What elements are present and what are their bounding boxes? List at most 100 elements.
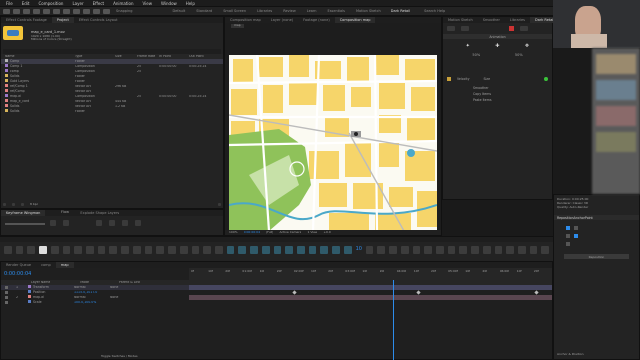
explode-icon[interactable] — [96, 220, 102, 226]
fx-tool-icon[interactable] — [400, 246, 409, 254]
timeline-column-header[interactable]: Layer Name — [31, 281, 50, 285]
selection-tool-icon[interactable] — [13, 8, 20, 14]
fx-tool-icon[interactable] — [482, 246, 491, 254]
bit-depth[interactable]: 8 bpc — [30, 203, 38, 207]
split-icon[interactable] — [122, 220, 128, 226]
fx-tool-icon[interactable] — [459, 246, 468, 254]
column-header[interactable]: Frame Rate — [137, 55, 159, 59]
fx-tool-icon[interactable] — [109, 246, 118, 254]
workspace-item[interactable]: Small Screen — [223, 9, 246, 13]
fx-tool-icon[interactable] — [494, 246, 503, 254]
fx-tool-icon[interactable] — [308, 246, 317, 254]
value-right[interactable]: 50% — [515, 53, 523, 57]
visibility-eye-icon[interactable] — [5, 301, 8, 304]
frame-count[interactable]: 10 — [356, 246, 362, 254]
fx-tool-icon[interactable] — [238, 246, 247, 254]
reposition-button[interactable]: Reposition — [589, 255, 605, 259]
fx-tool-icon[interactable] — [273, 246, 282, 254]
menu-item[interactable]: Edit — [22, 1, 30, 6]
map-canvas[interactable] — [229, 55, 437, 231]
fx-tool-icon[interactable] — [261, 246, 270, 254]
menu-item[interactable]: Help — [186, 1, 195, 6]
fx-tool-icon[interactable] — [214, 246, 223, 254]
visibility-eye-icon[interactable] — [5, 291, 8, 294]
fx-tool-icon[interactable] — [343, 246, 352, 254]
tab[interactable]: Smoother — [478, 17, 505, 23]
workspace-item[interactable]: Default — [172, 9, 185, 13]
fx-tool-icon[interactable] — [62, 246, 71, 254]
menu-item[interactable]: Animation — [113, 1, 133, 6]
home-icon[interactable] — [3, 8, 10, 14]
trash-icon[interactable] — [218, 203, 221, 206]
timeline-column-header[interactable]: Parent & Link — [119, 281, 140, 285]
visibility-eye-icon[interactable] — [5, 296, 8, 299]
left-tool-icon[interactable] — [447, 26, 455, 31]
velocity-label[interactable]: Velocity — [457, 77, 470, 81]
new-folder-icon[interactable] — [12, 203, 15, 206]
menu-item[interactable]: Effect — [93, 1, 105, 6]
workspace-item[interactable]: Libraries — [257, 9, 272, 13]
puppet-tool-icon[interactable] — [103, 8, 110, 14]
motion-sketch-icon[interactable]: ✚ — [495, 43, 499, 49]
fx-tool-icon[interactable] — [518, 246, 526, 254]
view-layout[interactable]: 1 View — [307, 231, 317, 235]
keyframe[interactable] — [416, 290, 421, 295]
fx-tool-icon[interactable] — [377, 246, 386, 254]
workspace-item[interactable]: Essentials — [327, 9, 345, 13]
fx-tool-icon[interactable] — [529, 246, 538, 254]
keyframe-wingman-tab[interactable]: Keyframe Wingman — [1, 210, 46, 216]
timeline-timecode[interactable]: 0:00:00:04 — [4, 271, 31, 277]
interpret-footage-icon[interactable] — [3, 203, 6, 206]
search-help[interactable]: Search Help — [424, 9, 445, 13]
menu-item[interactable]: Layer — [72, 1, 83, 6]
size-label[interactable]: Size — [484, 77, 491, 81]
fx-tool-icon[interactable] — [541, 246, 550, 254]
column-header[interactable]: Size — [115, 55, 137, 59]
fx-tool-icon[interactable] — [97, 246, 106, 254]
pen-tool-icon[interactable] — [73, 8, 80, 14]
fx-tool-icon[interactable] — [144, 246, 153, 254]
fx-tool-icon[interactable] — [15, 246, 24, 254]
keyframe[interactable] — [534, 290, 539, 295]
explode-tab[interactable]: Explode Shape Layers — [75, 210, 124, 216]
toggle-switches[interactable]: Toggle Switches / Modes — [101, 354, 138, 358]
menu-item[interactable]: File — [6, 1, 13, 6]
fx-tool-icon[interactable] — [389, 246, 397, 254]
fx-tool-icon[interactable] — [121, 246, 129, 254]
tab[interactable]: Libraries — [505, 17, 530, 23]
menu-item[interactable]: Window — [161, 1, 177, 6]
merge-icon[interactable] — [109, 220, 115, 226]
fx-tool-icon[interactable] — [203, 246, 211, 254]
fx-tool-icon[interactable] — [250, 246, 258, 254]
column-header[interactable]: Out Point — [189, 55, 219, 59]
column-header[interactable]: In Point — [159, 55, 189, 59]
fx-tool-icon[interactable] — [424, 246, 433, 254]
layer-tracks[interactable] — [189, 285, 552, 307]
active-workspace[interactable]: Dark Retail — [391, 9, 410, 13]
tab[interactable]: Composition map — [225, 17, 266, 23]
tab[interactable]: Motion Sketch — [443, 17, 478, 23]
ease-out-icon[interactable] — [63, 220, 69, 226]
fx-tool-icon[interactable] — [365, 246, 374, 254]
fx-tool-icon[interactable] — [226, 246, 235, 254]
viewer-timecode[interactable]: 0:00:00:04 — [244, 231, 260, 235]
rotate-tool-icon[interactable] — [43, 8, 50, 14]
flow-label[interactable]: Flow — [61, 210, 69, 214]
fx-tool-icon[interactable] — [436, 246, 444, 254]
tab[interactable]: Footage (none) — [298, 17, 335, 23]
fx-tool-icon[interactable] — [285, 246, 293, 254]
comp-breadcrumb[interactable]: map — [231, 24, 244, 28]
column-header[interactable]: Name — [5, 55, 75, 59]
menu-item[interactable]: View — [143, 1, 153, 6]
fx-tool-icon[interactable] — [74, 246, 83, 254]
active-camera[interactable]: Active Camera — [279, 231, 301, 235]
fx-tool-icon[interactable] — [156, 246, 165, 254]
exposure[interactable]: +0.0 — [323, 231, 330, 235]
keyframe[interactable] — [292, 290, 297, 295]
fx-tool-icon[interactable] — [471, 246, 479, 254]
fx-tool-icon[interactable] — [447, 246, 456, 254]
fx-tool-icon[interactable] — [4, 246, 12, 254]
camera-tool-icon[interactable] — [53, 8, 60, 14]
tab[interactable]: Composition map — [334, 17, 376, 23]
hand-tool-icon[interactable] — [23, 8, 30, 14]
